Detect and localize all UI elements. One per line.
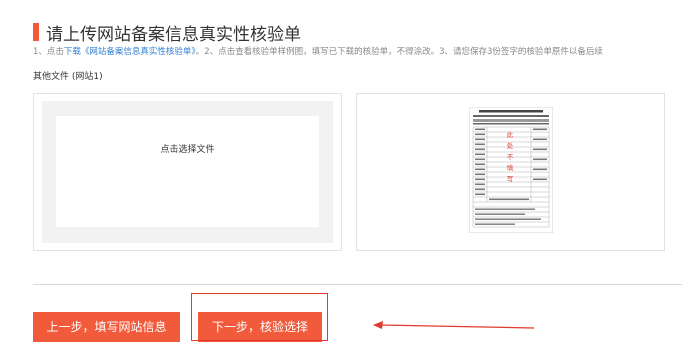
- download-checklist-link[interactable]: 下载《网站备案信息真实性核验单》: [64, 47, 196, 57]
- section-label: 其他文件 (网站1): [33, 72, 103, 82]
- upload-file-area[interactable]: 点击选择文件: [56, 116, 319, 227]
- stamp-char-4: 写: [507, 175, 514, 183]
- stamp-char-3: 填: [507, 163, 514, 172]
- instructions-suffix: 。2、点击查看核验单样例图，填写已下载的核验单，不得涂改。3、请您保存3份签字的…: [195, 47, 603, 57]
- previous-step-button[interactable]: 上一步，填写网站信息: [33, 312, 180, 342]
- sample-checklist-image[interactable]: 此 处 不 填 写: [469, 107, 553, 233]
- page-title: 请上传网站备案信息真实性核验单: [46, 25, 301, 45]
- stamp-char-1: 处: [507, 141, 514, 150]
- upload-panel: 点击选择文件: [33, 93, 342, 251]
- instructions-prefix: 1、点击: [33, 47, 64, 57]
- instructions-text: 1、点击下载《网站备案信息真实性核验单》。2、点击查看核验单样例图，填写已下载的…: [33, 45, 678, 57]
- annotation-arrow-icon: [373, 321, 535, 329]
- next-step-button[interactable]: 下一步，核验选择: [198, 312, 322, 342]
- title-accent-bar: [33, 23, 39, 41]
- sample-panel: 此 处 不 填 写: [356, 93, 665, 251]
- stamp-char-2: 不: [507, 153, 514, 161]
- upload-prompt: 点击选择文件: [160, 145, 215, 155]
- upload-frame: 点击选择文件: [42, 101, 333, 243]
- stamp-char-0: 此: [507, 130, 514, 139]
- footer-divider: [33, 284, 682, 285]
